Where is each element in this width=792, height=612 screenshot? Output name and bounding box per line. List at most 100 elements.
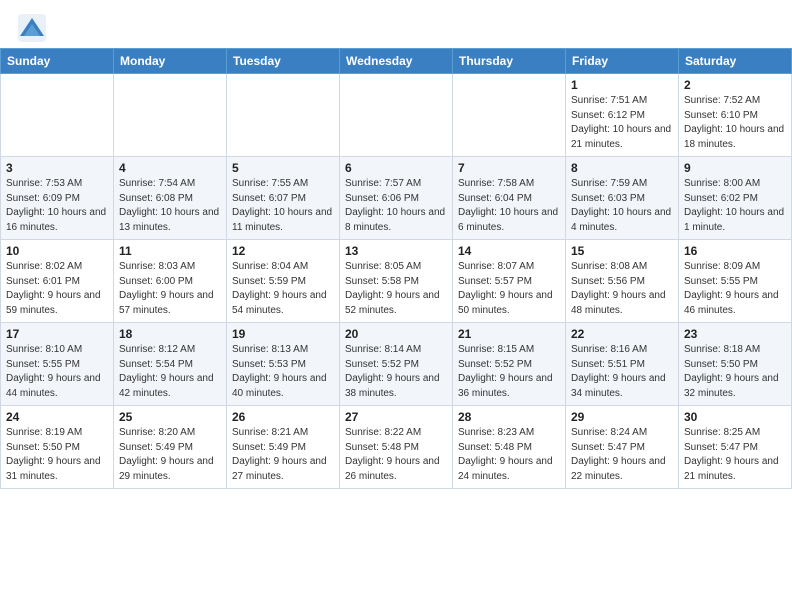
- calendar-day-cell: 2Sunrise: 7:52 AM Sunset: 6:10 PM Daylig…: [679, 74, 792, 157]
- empty-cell: [227, 74, 340, 157]
- day-number: 7: [458, 161, 560, 175]
- day-info: Sunrise: 8:04 AM Sunset: 5:59 PM Dayligh…: [232, 260, 334, 318]
- calendar-week-row: 1 Sunrise: 7:51 AM Sunset: 6:12 PM Daylig…: [1, 74, 792, 157]
- calendar-week-row: 17Sunrise: 8:10 AM Sunset: 5:55 PM Dayli…: [1, 323, 792, 406]
- day-info: Sunrise: 8:14 AM Sunset: 5:52 PM Dayligh…: [345, 343, 447, 401]
- day-number: 19: [232, 327, 334, 341]
- day-info: Sunrise: 8:09 AM Sunset: 5:55 PM Dayligh…: [684, 260, 786, 318]
- day-number: 6: [345, 161, 447, 175]
- day-number: 25: [119, 410, 221, 424]
- calendar-table: SundayMondayTuesdayWednesdayThursdayFrid…: [0, 48, 792, 489]
- calendar-week-row: 10 Sunrise: 8:02 AM Sunset: 6:01 PM Dayli…: [1, 240, 792, 323]
- empty-cell: [1, 74, 114, 157]
- calendar-day-cell: 21 Sunrise: 8:15 AM Sunset: 5:52 PM Dayli…: [453, 323, 566, 406]
- calendar-day-cell: 23 Sunrise: 8:18 AM Sunset: 5:50 PM Dayli…: [679, 323, 792, 406]
- day-info: Sunrise: 7:54 AM Sunset: 6:08 PM Dayligh…: [119, 177, 221, 235]
- day-info: Sunrise: 8:22 AM Sunset: 5:48 PM Dayligh…: [345, 426, 447, 484]
- weekday-header-saturday: Saturday: [679, 49, 792, 74]
- day-number: 2: [684, 78, 786, 92]
- day-number: 3: [6, 161, 108, 175]
- weekday-header-monday: Monday: [114, 49, 227, 74]
- day-number: 18: [119, 327, 221, 341]
- day-number: 29: [571, 410, 673, 424]
- day-number: 20: [345, 327, 447, 341]
- day-number: 15: [571, 244, 673, 258]
- day-info: Sunrise: 8:03 AM Sunset: 6:00 PM Dayligh…: [119, 260, 221, 318]
- calendar-day-cell: 15 Sunrise: 8:08 AM Sunset: 5:56 PM Dayli…: [566, 240, 679, 323]
- calendar-day-cell: 13 Sunrise: 8:05 AM Sunset: 5:58 PM Dayli…: [340, 240, 453, 323]
- weekday-header-row: SundayMondayTuesdayWednesdayThursdayFrid…: [1, 49, 792, 74]
- day-number: 10: [6, 244, 108, 258]
- day-number: 13: [345, 244, 447, 258]
- day-info: Sunrise: 7:58 AM Sunset: 6:04 PM Dayligh…: [458, 177, 560, 235]
- calendar-day-cell: 20 Sunrise: 8:14 AM Sunset: 5:52 PM Dayli…: [340, 323, 453, 406]
- day-number: 21: [458, 327, 560, 341]
- day-number: 8: [571, 161, 673, 175]
- calendar-day-cell: 19 Sunrise: 8:13 AM Sunset: 5:53 PM Dayli…: [227, 323, 340, 406]
- day-info: Sunrise: 7:57 AM Sunset: 6:06 PM Dayligh…: [345, 177, 447, 235]
- day-info: Sunrise: 8:16 AM Sunset: 5:51 PM Dayligh…: [571, 343, 673, 401]
- day-info: Sunrise: 8:08 AM Sunset: 5:56 PM Dayligh…: [571, 260, 673, 318]
- day-number: 5: [232, 161, 334, 175]
- calendar-day-cell: 30 Sunrise: 8:25 AM Sunset: 5:47 PM Dayli…: [679, 406, 792, 489]
- empty-cell: [453, 74, 566, 157]
- calendar-day-cell: 16 Sunrise: 8:09 AM Sunset: 5:55 PM Dayli…: [679, 240, 792, 323]
- calendar-week-row: 24 Sunrise: 8:19 AM Sunset: 5:50 PM Dayli…: [1, 406, 792, 489]
- day-number: 17: [6, 327, 108, 341]
- day-info: Sunrise: 7:59 AM Sunset: 6:03 PM Dayligh…: [571, 177, 673, 235]
- day-info: Sunrise: 8:19 AM Sunset: 5:50 PM Dayligh…: [6, 426, 108, 484]
- day-number: 28: [458, 410, 560, 424]
- day-number: 1: [571, 78, 673, 92]
- day-number: 23: [684, 327, 786, 341]
- day-info: Sunrise: 8:00 AM Sunset: 6:02 PM Dayligh…: [684, 177, 786, 235]
- calendar-day-cell: 25 Sunrise: 8:20 AM Sunset: 5:49 PM Dayli…: [114, 406, 227, 489]
- calendar-day-cell: 17Sunrise: 8:10 AM Sunset: 5:55 PM Dayli…: [1, 323, 114, 406]
- day-info: Sunrise: 7:55 AM Sunset: 6:07 PM Dayligh…: [232, 177, 334, 235]
- day-info: Sunrise: 7:53 AM Sunset: 6:09 PM Dayligh…: [6, 177, 108, 235]
- calendar-day-cell: 22Sunrise: 8:16 AM Sunset: 5:51 PM Dayli…: [566, 323, 679, 406]
- logo: [18, 14, 48, 42]
- day-number: 4: [119, 161, 221, 175]
- weekday-header-sunday: Sunday: [1, 49, 114, 74]
- day-info: Sunrise: 8:02 AM Sunset: 6:01 PM Dayligh…: [6, 260, 108, 318]
- day-info: Sunrise: 8:15 AM Sunset: 5:52 PM Dayligh…: [458, 343, 560, 401]
- day-info: Sunrise: 8:20 AM Sunset: 5:49 PM Dayligh…: [119, 426, 221, 484]
- calendar-day-cell: 18 Sunrise: 8:12 AM Sunset: 5:54 PM Dayli…: [114, 323, 227, 406]
- day-info: Sunrise: 7:51 AM Sunset: 6:12 PM Dayligh…: [571, 94, 673, 152]
- calendar-day-cell: 26Sunrise: 8:21 AM Sunset: 5:49 PM Dayli…: [227, 406, 340, 489]
- day-info: Sunrise: 8:05 AM Sunset: 5:58 PM Dayligh…: [345, 260, 447, 318]
- calendar-week-row: 3 Sunrise: 7:53 AM Sunset: 6:09 PM Daylig…: [1, 157, 792, 240]
- day-info: Sunrise: 8:24 AM Sunset: 5:47 PM Dayligh…: [571, 426, 673, 484]
- calendar-day-cell: 27Sunrise: 8:22 AM Sunset: 5:48 PM Dayli…: [340, 406, 453, 489]
- calendar-day-cell: 29 Sunrise: 8:24 AM Sunset: 5:47 PM Dayli…: [566, 406, 679, 489]
- empty-cell: [114, 74, 227, 157]
- day-number: 30: [684, 410, 786, 424]
- weekday-header-thursday: Thursday: [453, 49, 566, 74]
- empty-cell: [340, 74, 453, 157]
- page-header: [0, 0, 792, 48]
- day-info: Sunrise: 8:21 AM Sunset: 5:49 PM Dayligh…: [232, 426, 334, 484]
- calendar-day-cell: 24 Sunrise: 8:19 AM Sunset: 5:50 PM Dayli…: [1, 406, 114, 489]
- day-number: 12: [232, 244, 334, 258]
- calendar-day-cell: 6 Sunrise: 7:57 AM Sunset: 6:06 PM Daylig…: [340, 157, 453, 240]
- calendar-day-cell: 9 Sunrise: 8:00 AM Sunset: 6:02 PM Daylig…: [679, 157, 792, 240]
- day-number: 24: [6, 410, 108, 424]
- calendar-day-cell: 11 Sunrise: 8:03 AM Sunset: 6:00 PM Dayli…: [114, 240, 227, 323]
- day-info: Sunrise: 8:18 AM Sunset: 5:50 PM Dayligh…: [684, 343, 786, 401]
- day-info: Sunrise: 8:13 AM Sunset: 5:53 PM Dayligh…: [232, 343, 334, 401]
- calendar-day-cell: 12 Sunrise: 8:04 AM Sunset: 5:59 PM Dayli…: [227, 240, 340, 323]
- day-number: 16: [684, 244, 786, 258]
- day-number: 14: [458, 244, 560, 258]
- calendar-day-cell: 4 Sunrise: 7:54 AM Sunset: 6:08 PM Daylig…: [114, 157, 227, 240]
- day-info: Sunrise: 8:12 AM Sunset: 5:54 PM Dayligh…: [119, 343, 221, 401]
- day-info: Sunrise: 8:25 AM Sunset: 5:47 PM Dayligh…: [684, 426, 786, 484]
- weekday-header-tuesday: Tuesday: [227, 49, 340, 74]
- day-info: Sunrise: 8:23 AM Sunset: 5:48 PM Dayligh…: [458, 426, 560, 484]
- calendar-day-cell: 1 Sunrise: 7:51 AM Sunset: 6:12 PM Daylig…: [566, 74, 679, 157]
- weekday-header-friday: Friday: [566, 49, 679, 74]
- weekday-header-wednesday: Wednesday: [340, 49, 453, 74]
- calendar-day-cell: 10 Sunrise: 8:02 AM Sunset: 6:01 PM Dayli…: [1, 240, 114, 323]
- calendar-day-cell: 28 Sunrise: 8:23 AM Sunset: 5:48 PM Dayli…: [453, 406, 566, 489]
- day-number: 11: [119, 244, 221, 258]
- day-number: 9: [684, 161, 786, 175]
